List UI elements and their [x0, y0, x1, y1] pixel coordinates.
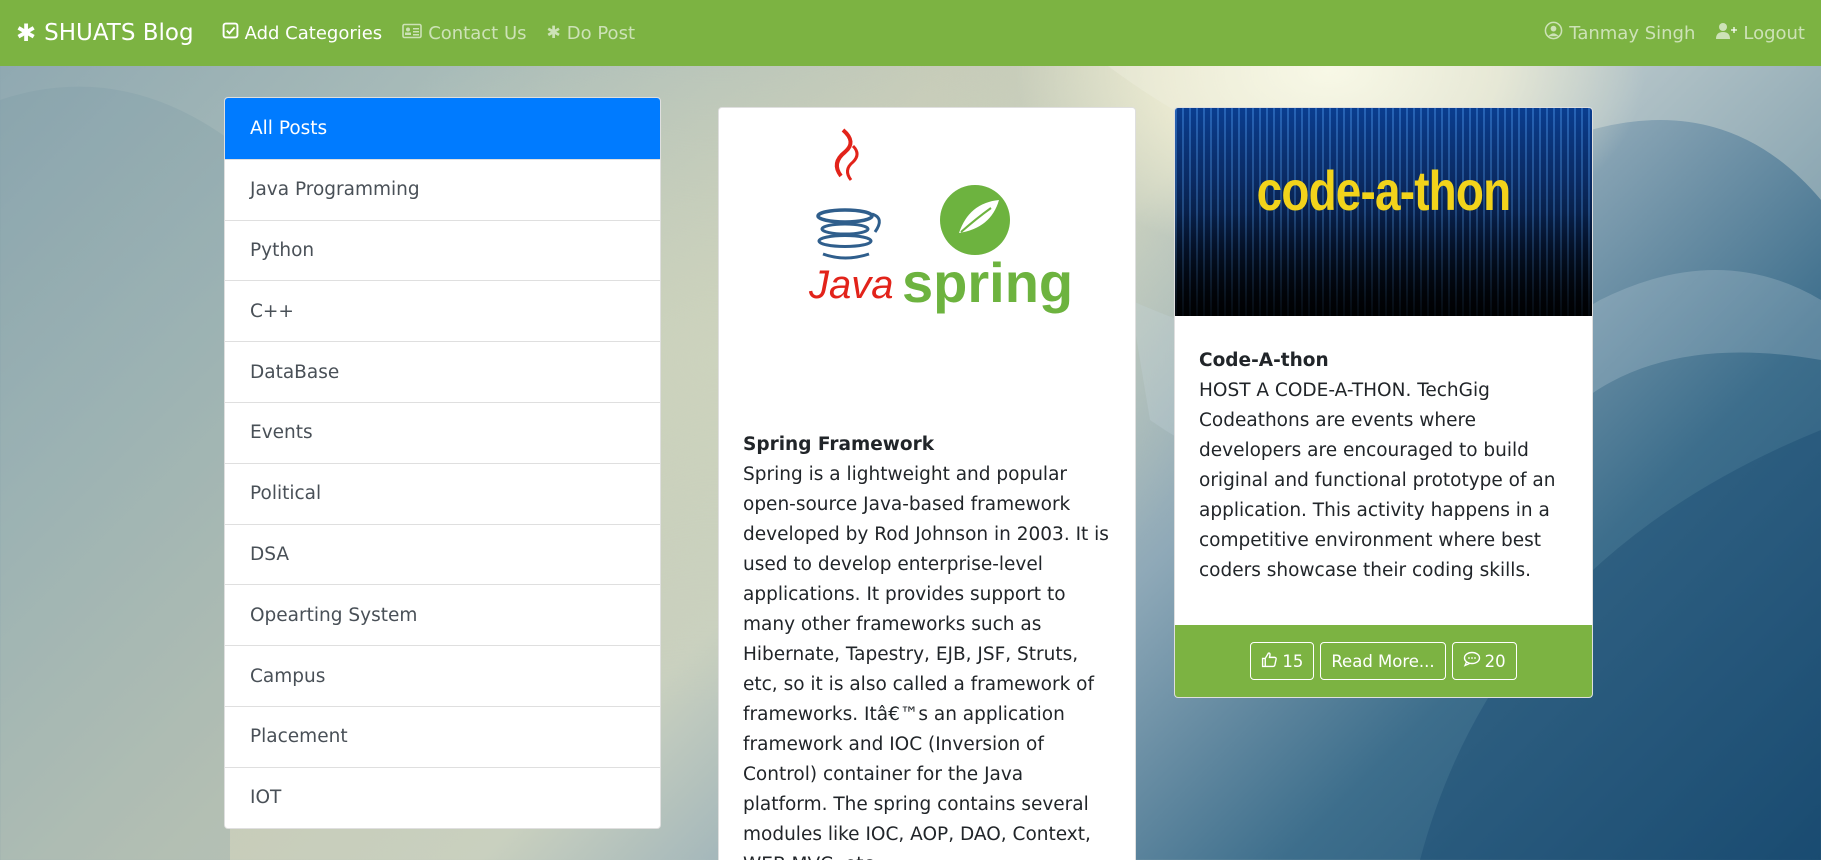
- post-footer: 15 Read More... 20: [1175, 625, 1592, 697]
- category-item-operating-system[interactable]: Opearting System: [225, 584, 660, 646]
- java-spring-logo: Java spring: [808, 128, 1073, 314]
- category-item-cpp[interactable]: C++: [225, 280, 660, 342]
- brand-label: SHUATS Blog: [44, 20, 194, 46]
- category-item-database[interactable]: DataBase: [225, 341, 660, 402]
- nav-do-post[interactable]: ✱ Do Post: [547, 23, 636, 44]
- nav-contact-us[interactable]: Contact Us: [402, 22, 527, 44]
- nav-logout[interactable]: Logout: [1715, 22, 1805, 45]
- post-body: Spring Framework Spring is a lightweight…: [719, 398, 1135, 860]
- category-item-iot[interactable]: IOT: [225, 766, 660, 828]
- nav-do-post-label: Do Post: [566, 22, 636, 44]
- post-content: HOST A CODE-A-THON. TechGig Codeathons a…: [1199, 380, 1556, 581]
- post-image: Java spring: [719, 108, 1135, 398]
- code-a-thon-logo-text: code-a-thon: [1256, 159, 1512, 222]
- post-card: code-a-thon Code-A-thon HOST A CODE-A-TH…: [1174, 107, 1593, 698]
- comment-button[interactable]: 20: [1451, 642, 1517, 680]
- comment-icon: [1463, 651, 1481, 671]
- nav-user-profile[interactable]: Tanmay Singh: [1544, 21, 1695, 45]
- category-item-events[interactable]: Events: [225, 401, 660, 463]
- spring-logo-text: spring: [902, 251, 1073, 314]
- nav-user-label: Tanmay Singh: [1569, 22, 1696, 44]
- nav-right-group: Tanmay Singh Logout: [1524, 21, 1805, 45]
- like-count: 15: [1282, 651, 1304, 671]
- category-item-campus[interactable]: Campus: [225, 645, 660, 706]
- post-title: Code-A-thon: [1199, 350, 1329, 371]
- read-more-button[interactable]: Read More...: [1320, 642, 1446, 680]
- nav-add-categories[interactable]: Add Categories: [222, 22, 383, 44]
- thumbs-up-icon: [1261, 651, 1278, 672]
- comment-count: 20: [1484, 651, 1506, 671]
- brand-link[interactable]: ✱ SHUATS Blog: [16, 19, 194, 47]
- check-square-icon: [222, 22, 239, 44]
- post-title: Spring Framework: [743, 434, 934, 455]
- category-item-python[interactable]: Python: [225, 219, 660, 281]
- category-item-java-programming[interactable]: Java Programming: [225, 158, 660, 220]
- address-card-icon: [402, 23, 422, 44]
- top-navbar: ✱ SHUATS Blog Add Categories Contact Us …: [0, 0, 1821, 66]
- category-item-political[interactable]: Political: [225, 462, 660, 524]
- nav-contact-us-label: Contact Us: [428, 22, 527, 44]
- user-plus-icon: [1715, 22, 1738, 45]
- category-item-dsa[interactable]: DSA: [225, 523, 660, 585]
- java-logo-text: Java: [808, 263, 894, 307]
- post-card: Java spring Spring Framework Spring is a…: [718, 107, 1136, 860]
- nav-add-categories-label: Add Categories: [244, 22, 383, 44]
- post-content: Spring is a lightweight and popular open…: [743, 464, 1109, 860]
- asterisk-icon: ✱: [16, 19, 37, 47]
- like-button[interactable]: 15: [1250, 642, 1315, 680]
- category-item-placement[interactable]: Placement: [225, 705, 660, 767]
- category-list: All Posts Java Programming Python C++ Da…: [224, 97, 661, 829]
- asterisk-icon: ✱: [546, 23, 561, 43]
- category-item-all-posts[interactable]: All Posts: [225, 98, 660, 159]
- post-body: Code-A-thon HOST A CODE-A-THON. TechGig …: [1175, 316, 1592, 586]
- post-image: code-a-thon: [1175, 108, 1592, 316]
- nav-logout-label: Logout: [1743, 22, 1805, 44]
- user-circle-icon: [1544, 21, 1563, 45]
